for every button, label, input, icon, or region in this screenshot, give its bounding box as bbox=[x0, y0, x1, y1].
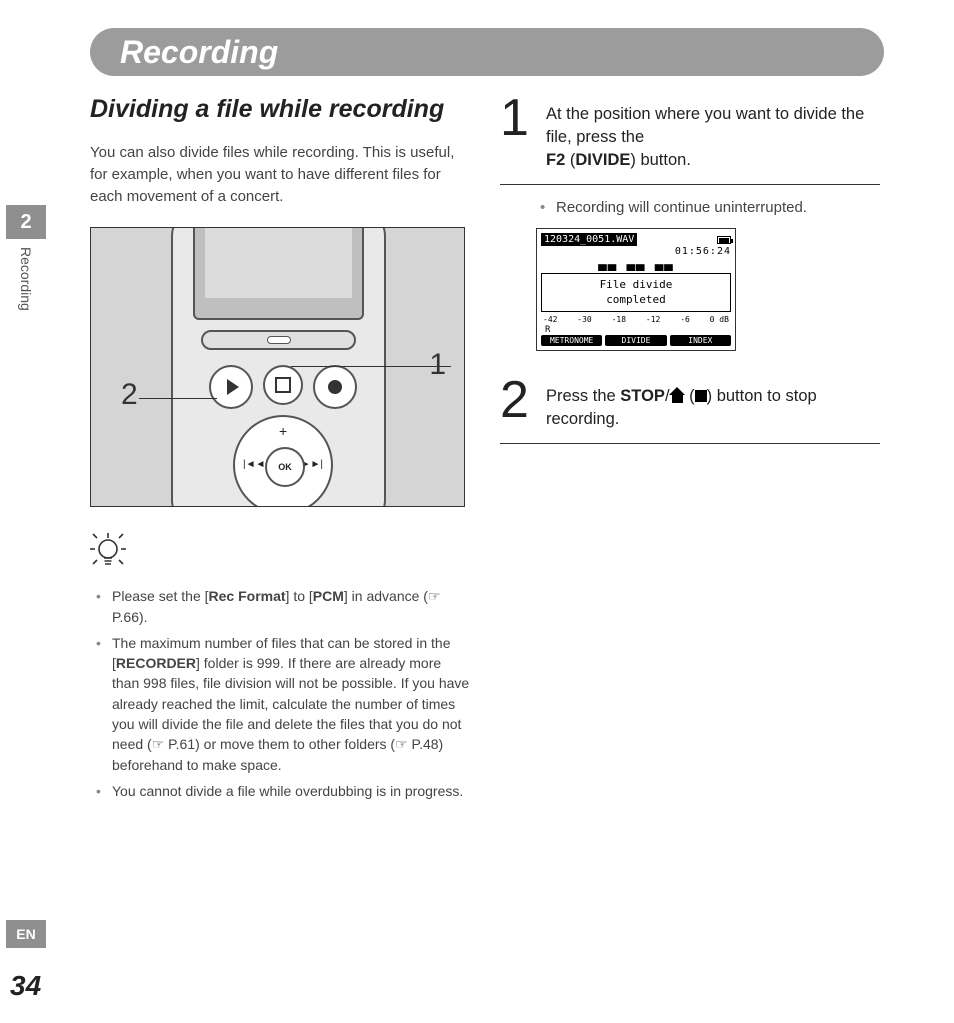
chapter-label: Recording bbox=[18, 247, 34, 311]
home-icon bbox=[670, 388, 685, 403]
dpad-graphic: + |◄◄ ►►| OK bbox=[233, 415, 333, 507]
step-number: 2 bbox=[500, 377, 532, 424]
page-header: Recording bbox=[90, 28, 884, 76]
tip-item: You cannot divide a file while overdubbi… bbox=[90, 781, 470, 801]
lcd-illustration: 120324_0051.WAV 01:56:24 ▄▄ ▄▄ ▄▄ File d… bbox=[536, 228, 736, 351]
step-number: 1 bbox=[500, 95, 532, 142]
device-illustration: + |◄◄ ►►| OK 1 2 bbox=[90, 227, 465, 507]
step-2-body: Press the STOP/ () button to stop record… bbox=[546, 377, 880, 431]
intro-paragraph: You can also divide files while recordin… bbox=[90, 142, 470, 207]
lcd-softkey-3: INDEX bbox=[670, 335, 731, 346]
lcd-channel-r: R bbox=[541, 325, 731, 335]
lightbulb-icon bbox=[90, 531, 470, 576]
play-button-graphic bbox=[209, 365, 253, 409]
tip-item: Please set the [Rec Format] to [PCM] in … bbox=[90, 586, 470, 627]
section-subhead: Dividing a file while recording bbox=[90, 95, 470, 124]
battery-icon bbox=[717, 236, 731, 244]
ok-button-graphic: OK bbox=[265, 447, 305, 487]
step-1: 1 At the position where you want to divi… bbox=[500, 95, 880, 185]
language-badge: EN bbox=[6, 920, 46, 948]
lcd-level-scale: -42-30-18-12-60 dB bbox=[541, 314, 731, 325]
lcd-filename: 120324_0051.WAV bbox=[541, 233, 637, 246]
callout-2: 2 bbox=[121, 378, 138, 412]
step-2: 2 Press the STOP/ () button to stop reco… bbox=[500, 377, 880, 444]
step-1-body: At the position where you want to divide… bbox=[546, 95, 880, 172]
stop-button-graphic bbox=[263, 365, 303, 405]
chapter-number: 2 bbox=[6, 205, 46, 239]
tips-list: Please set the [Rec Format] to [PCM] in … bbox=[90, 586, 470, 801]
lcd-elapsed: 01:56:24 bbox=[541, 246, 731, 257]
callout-1: 1 bbox=[429, 348, 446, 382]
page-number: 34 bbox=[10, 970, 41, 1002]
step-1-note: Recording will continue uninterrupted. bbox=[500, 199, 880, 216]
record-button-graphic bbox=[313, 365, 357, 409]
lcd-message: File dividecompleted bbox=[541, 273, 731, 312]
header-title: Recording bbox=[120, 34, 278, 70]
tip-item: The maximum number of files that can be … bbox=[90, 633, 470, 775]
side-tab: 2 Recording bbox=[0, 205, 46, 311]
lcd-softkey-2: DIVIDE bbox=[605, 335, 666, 346]
note-item: Recording will continue uninterrupted. bbox=[536, 199, 880, 216]
lcd-softkey-1: METRONOME bbox=[541, 335, 602, 346]
stop-square-icon bbox=[695, 390, 707, 402]
lcd-counter: ▄▄ ▄▄ ▄▄ bbox=[541, 257, 731, 271]
